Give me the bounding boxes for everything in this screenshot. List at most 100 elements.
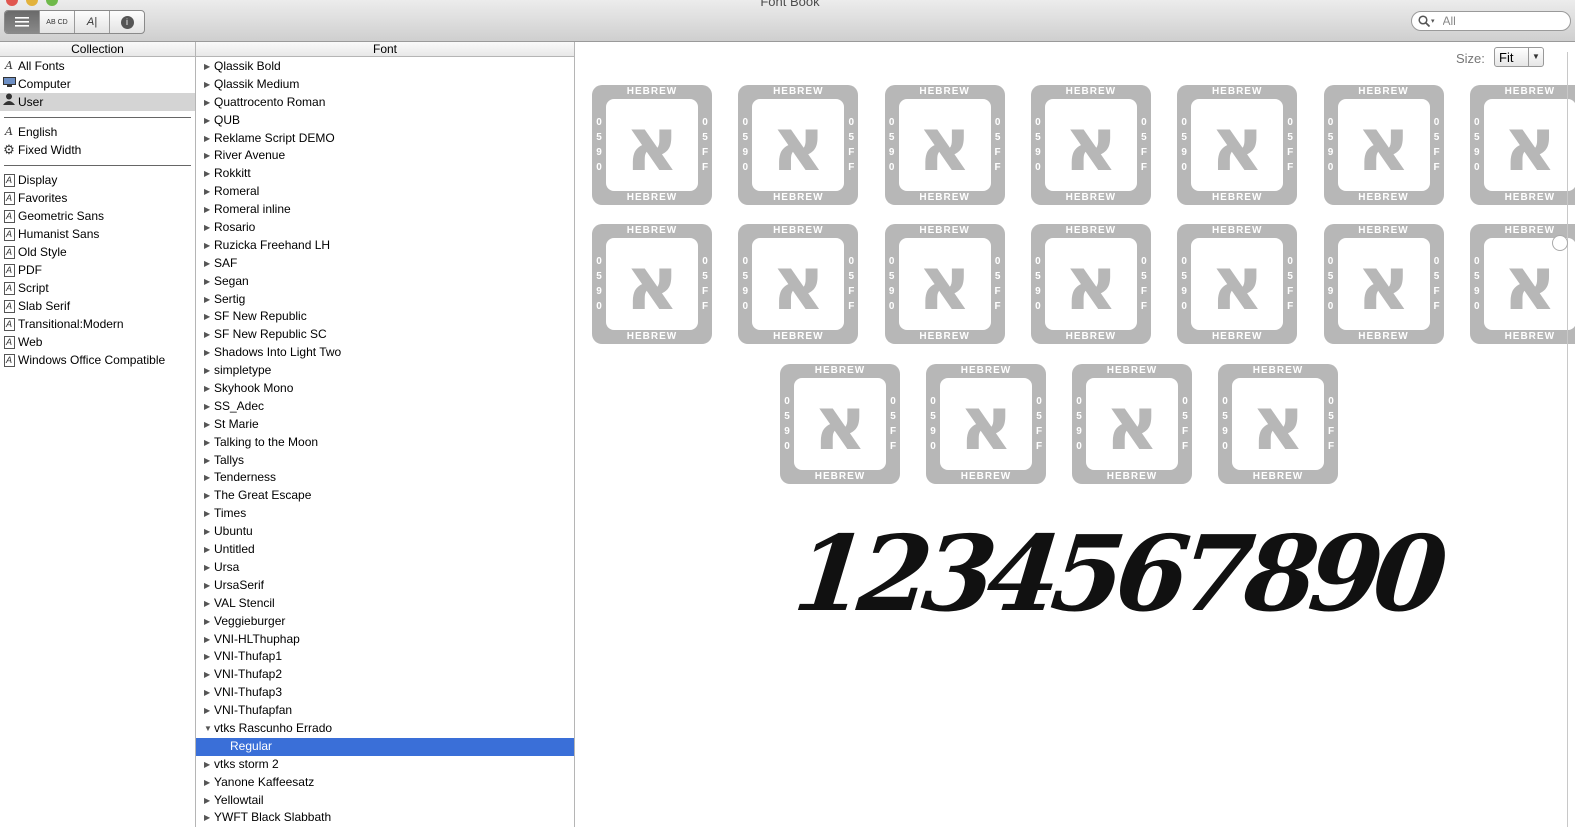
size-slider-track[interactable] bbox=[1552, 52, 1568, 827]
collection-item[interactable]: A Old Style bbox=[0, 243, 195, 261]
disclosure-closed-icon[interactable]: ▶ bbox=[204, 237, 214, 255]
disclosure-closed-icon[interactable]: ▶ bbox=[204, 183, 214, 201]
font-family-row[interactable]: ▶ SF New Republic bbox=[196, 308, 574, 326]
disclosure-closed-icon[interactable]: ▶ bbox=[204, 613, 214, 631]
disclosure-closed-icon[interactable]: ▶ bbox=[204, 112, 214, 130]
zoom-window-icon[interactable] bbox=[46, 0, 58, 6]
disclosure-closed-icon[interactable]: ▶ bbox=[204, 756, 214, 774]
collection-item[interactable]: A Geometric Sans bbox=[0, 207, 195, 225]
disclosure-closed-icon[interactable]: ▶ bbox=[204, 487, 214, 505]
font-family-row[interactable]: ▶ River Avenue bbox=[196, 147, 574, 165]
font-family-row[interactable]: ▶ SAF bbox=[196, 255, 574, 273]
collection-item[interactable]: A PDF bbox=[0, 261, 195, 279]
custom-view-button[interactable]: A| bbox=[75, 11, 110, 33]
disclosure-closed-icon[interactable]: ▶ bbox=[204, 648, 214, 666]
disclosure-closed-icon[interactable]: ▶ bbox=[204, 219, 214, 237]
disclosure-closed-icon[interactable]: ▶ bbox=[204, 344, 214, 362]
disclosure-closed-icon[interactable]: ▶ bbox=[204, 434, 214, 452]
collection-item[interactable]: ⚙ Fixed Width bbox=[0, 141, 195, 159]
disclosure-closed-icon[interactable]: ▶ bbox=[204, 684, 214, 702]
font-family-row[interactable]: ▶ Skyhook Mono bbox=[196, 380, 574, 398]
font-family-row[interactable]: ▶ Untitled bbox=[196, 541, 574, 559]
font-family-row[interactable]: ▶ Quattrocento Roman bbox=[196, 94, 574, 112]
disclosure-closed-icon[interactable]: ▶ bbox=[204, 702, 214, 720]
disclosure-closed-icon[interactable]: ▶ bbox=[204, 559, 214, 577]
font-family-row[interactable]: ▶ VNI-Thufap2 bbox=[196, 666, 574, 684]
font-family-row[interactable]: ▶ Romeral inline bbox=[196, 201, 574, 219]
font-family-row[interactable]: ▶ St Marie bbox=[196, 416, 574, 434]
disclosure-closed-icon[interactable]: ▶ bbox=[204, 76, 214, 94]
disclosure-closed-icon[interactable]: ▶ bbox=[204, 416, 214, 434]
font-family-row[interactable]: ▶ Reklame Script DEMO bbox=[196, 130, 574, 148]
sample-view-button[interactable]: AB CD bbox=[40, 11, 75, 33]
font-family-row[interactable]: ▶ Tenderness bbox=[196, 469, 574, 487]
minimize-window-icon[interactable] bbox=[26, 0, 38, 6]
disclosure-closed-icon[interactable]: ▶ bbox=[204, 94, 214, 112]
font-family-row[interactable]: ▶ Talking to the Moon bbox=[196, 434, 574, 452]
disclosure-closed-icon[interactable]: ▶ bbox=[204, 291, 214, 309]
disclosure-closed-icon[interactable]: ▶ bbox=[204, 595, 214, 613]
disclosure-closed-icon[interactable]: ▶ bbox=[204, 452, 214, 470]
info-view-button[interactable]: i bbox=[110, 11, 144, 33]
size-slider-knob[interactable] bbox=[1552, 235, 1568, 251]
collection-item[interactable]: A Transitional:Modern bbox=[0, 315, 195, 333]
collection-item[interactable]: User bbox=[0, 93, 195, 111]
font-family-row[interactable]: ▶ simpletype bbox=[196, 362, 574, 380]
disclosure-closed-icon[interactable]: ▶ bbox=[204, 255, 214, 273]
collection-item[interactable]: Computer bbox=[0, 75, 195, 93]
font-family-row[interactable]: ▶ YWFT Black Slabbath bbox=[196, 809, 574, 827]
disclosure-closed-icon[interactable]: ▶ bbox=[204, 308, 214, 326]
font-family-row[interactable]: ▶ VNI-Thufap1 bbox=[196, 648, 574, 666]
font-face-row-selected[interactable]: Regular bbox=[196, 737, 574, 756]
search-input[interactable] bbox=[1440, 13, 1565, 29]
font-family-row[interactable]: ▼ vtks Rascunho Errado bbox=[196, 720, 574, 738]
font-family-row[interactable]: ▶ Ubuntu bbox=[196, 523, 574, 541]
disclosure-closed-icon[interactable]: ▶ bbox=[204, 398, 214, 416]
font-family-row[interactable]: ▶ Yellowtail bbox=[196, 792, 574, 810]
disclosure-closed-icon[interactable]: ▶ bbox=[204, 631, 214, 649]
font-family-row[interactable]: ▶ vtks storm 2 bbox=[196, 756, 574, 774]
disclosure-closed-icon[interactable]: ▶ bbox=[204, 666, 214, 684]
font-family-row[interactable]: ▶ Ruzicka Freehand LH bbox=[196, 237, 574, 255]
collection-item[interactable]: A Web bbox=[0, 333, 195, 351]
font-family-row[interactable]: ▶ Rosario bbox=[196, 219, 574, 237]
disclosure-closed-icon[interactable]: ▶ bbox=[204, 380, 214, 398]
font-family-row[interactable]: ▶ Times bbox=[196, 505, 574, 523]
collection-item[interactable]: A Script bbox=[0, 279, 195, 297]
collection-item[interactable]: A Windows Office Compatible bbox=[0, 351, 195, 369]
font-family-row[interactable]: ▶ VNI-Thufapfan bbox=[196, 702, 574, 720]
font-family-row[interactable]: ▶ VNI-Thufap3 bbox=[196, 684, 574, 702]
font-family-row[interactable]: ▶ Shadows Into Light Two bbox=[196, 344, 574, 362]
disclosure-closed-icon[interactable]: ▶ bbox=[204, 326, 214, 344]
font-family-row[interactable]: ▶ SF New Republic SC bbox=[196, 326, 574, 344]
disclosure-closed-icon[interactable]: ▶ bbox=[204, 273, 214, 291]
disclosure-closed-icon[interactable]: ▶ bbox=[204, 165, 214, 183]
font-family-row[interactable]: ▶ Tallys bbox=[196, 452, 574, 470]
list-view-button[interactable] bbox=[5, 11, 40, 33]
collection-item[interactable]: A All Fonts bbox=[0, 57, 195, 75]
font-family-row[interactable]: ▶ The Great Escape bbox=[196, 487, 574, 505]
font-family-row[interactable]: ▶ Qlassik Bold bbox=[196, 58, 574, 76]
font-family-row[interactable]: ▶ VAL Stencil bbox=[196, 595, 574, 613]
disclosure-closed-icon[interactable]: ▶ bbox=[204, 809, 214, 827]
search-field[interactable]: ▾ bbox=[1411, 11, 1571, 31]
disclosure-closed-icon[interactable]: ▶ bbox=[204, 130, 214, 148]
disclosure-closed-icon[interactable]: ▶ bbox=[204, 792, 214, 810]
font-family-row[interactable]: ▶ VNI-HLThuphap bbox=[196, 631, 574, 649]
size-popup[interactable]: Fit ▼ bbox=[1494, 47, 1544, 67]
font-family-row[interactable]: ▶ Romeral bbox=[196, 183, 574, 201]
disclosure-closed-icon[interactable]: ▶ bbox=[204, 774, 214, 792]
disclosure-open-icon[interactable]: ▼ bbox=[204, 720, 214, 738]
collection-item[interactable]: A Display bbox=[0, 171, 195, 189]
disclosure-closed-icon[interactable]: ▶ bbox=[204, 469, 214, 487]
font-family-row[interactable]: ▶ Rokkitt bbox=[196, 165, 574, 183]
font-family-row[interactable]: ▶ SS_Adec bbox=[196, 398, 574, 416]
font-family-row[interactable]: ▶ Sertig bbox=[196, 291, 574, 309]
collection-header[interactable]: Collection bbox=[0, 42, 195, 57]
disclosure-closed-icon[interactable]: ▶ bbox=[204, 577, 214, 595]
font-family-row[interactable]: ▶ Segan bbox=[196, 273, 574, 291]
font-family-row[interactable]: ▶ Veggieburger bbox=[196, 613, 574, 631]
font-family-row[interactable]: ▶ QUB bbox=[196, 112, 574, 130]
font-header[interactable]: Font bbox=[196, 42, 574, 57]
disclosure-closed-icon[interactable]: ▶ bbox=[204, 505, 214, 523]
